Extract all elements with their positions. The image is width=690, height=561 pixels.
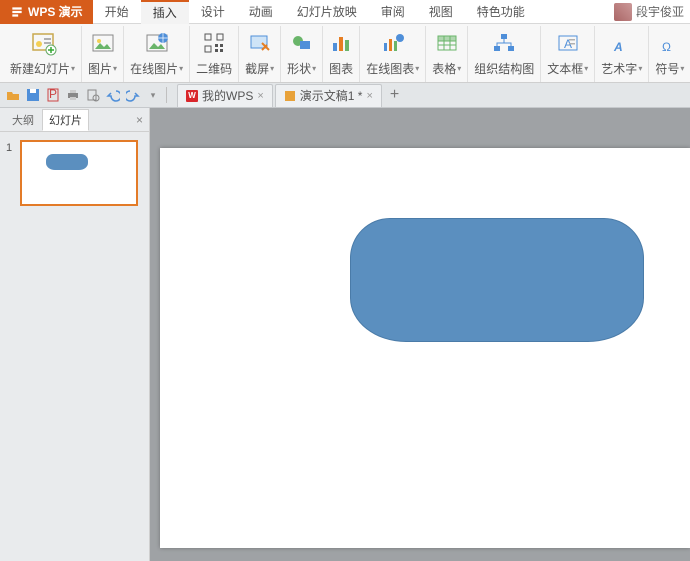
chevron-down-icon: ▾ [71, 64, 75, 73]
user-area[interactable]: 段宇俊亚 [614, 3, 690, 21]
undo-icon[interactable] [104, 86, 122, 104]
ribbon-online-chart[interactable]: 在线图表▾ [360, 26, 426, 82]
ribbon-screenshot[interactable]: 截屏▾ [239, 26, 281, 82]
svg-text:A: A [613, 40, 623, 54]
ppt-file-icon [284, 90, 296, 102]
panel-close-icon[interactable]: × [136, 113, 143, 127]
menu-tab-anim[interactable]: 动画 [237, 0, 285, 24]
separator [166, 87, 167, 103]
menu-tabs: 开始 插入 设计 动画 幻灯片放映 审阅 视图 特色功能 [93, 0, 537, 24]
online-chart-icon [381, 31, 405, 55]
chevron-down-icon: ▾ [415, 64, 419, 73]
menu-tab-start[interactable]: 开始 [93, 0, 141, 24]
export-pdf-icon[interactable]: P [44, 86, 62, 104]
thumbnail-list: 1 [0, 132, 149, 214]
online-picture-icon [145, 31, 169, 55]
orgchart-icon [492, 31, 516, 55]
menu-tab-design[interactable]: 设计 [189, 0, 237, 24]
quick-access-toolbar: P ▾ W 我的WPS × 演示文稿1 * × + [0, 83, 690, 108]
chevron-down-icon: ▾ [457, 64, 461, 73]
doc-tab-presentation[interactable]: 演示文稿1 * × [275, 84, 382, 107]
open-icon[interactable] [4, 86, 22, 104]
ribbon-new-slide[interactable]: 新建幻灯片▾ [4, 26, 82, 82]
svg-text:Ω: Ω [662, 40, 671, 54]
thumbnail-tabs: 大纲 幻灯片 × [0, 108, 149, 132]
menu-tab-review[interactable]: 审阅 [369, 0, 417, 24]
avatar [614, 3, 632, 21]
ribbon-symbol[interactable]: Ω 符号▾ [649, 26, 690, 82]
preview-shape [46, 154, 88, 170]
table-icon [435, 31, 459, 55]
canvas-area[interactable] [150, 108, 690, 561]
slide-number: 1 [6, 140, 16, 206]
menu-tab-features[interactable]: 特色功能 [465, 0, 537, 24]
chevron-down-icon: ▾ [638, 64, 642, 73]
textbox-icon: A [556, 31, 580, 55]
save-icon[interactable] [24, 86, 42, 104]
new-slide-icon [29, 30, 57, 56]
chevron-down-icon: ▾ [584, 64, 588, 73]
qrcode-icon [203, 32, 225, 54]
ribbon-qrcode[interactable]: 二维码 [190, 26, 239, 82]
thumb-tab-slides[interactable]: 幻灯片 [42, 109, 89, 131]
chevron-down-icon: ▾ [113, 64, 117, 73]
chevron-down-icon: ▾ [680, 64, 684, 73]
menu-tab-slideshow[interactable]: 幻灯片放映 [285, 0, 369, 24]
close-icon[interactable]: × [366, 90, 372, 102]
wps-badge-icon: W [186, 90, 198, 102]
print-icon[interactable] [64, 86, 82, 104]
doc-tab-mywps[interactable]: W 我的WPS × [177, 84, 273, 107]
ribbon-table[interactable]: 表格▾ [426, 26, 468, 82]
user-name: 段宇俊亚 [636, 3, 684, 20]
chevron-down-icon: ▾ [179, 64, 183, 73]
print-preview-icon[interactable] [84, 86, 102, 104]
chevron-down-icon: ▾ [312, 64, 316, 73]
slide-preview [20, 140, 138, 206]
thumb-tab-outline[interactable]: 大纲 [6, 110, 40, 130]
symbol-icon: Ω [658, 31, 682, 55]
ribbon-online-picture[interactable]: 在线图片▾ [124, 26, 190, 82]
add-tab-button[interactable]: + [384, 86, 405, 104]
qat-dropdown-icon[interactable]: ▾ [144, 86, 162, 104]
slide-canvas[interactable] [160, 148, 690, 548]
picture-icon [91, 31, 115, 55]
menu-tab-insert[interactable]: 插入 [141, 0, 189, 24]
thumbnail-panel: 大纲 幻灯片 × 1 [0, 108, 150, 561]
ribbon-textbox[interactable]: A 文本框▾ [541, 26, 595, 82]
screenshot-icon [248, 31, 272, 55]
title-bar: WPS 演示 开始 插入 设计 动画 幻灯片放映 审阅 视图 特色功能 段宇俊亚 [0, 0, 690, 24]
shapes-icon [290, 31, 314, 55]
ribbon-picture[interactable]: 图片▾ [82, 26, 124, 82]
chart-icon [329, 31, 353, 55]
workspace: 大纲 幻灯片 × 1 [0, 108, 690, 561]
app-logo-icon [10, 5, 24, 19]
ribbon-shapes[interactable]: 形状▾ [281, 26, 323, 82]
wordart-icon: A [610, 31, 634, 55]
redo-icon[interactable] [124, 86, 142, 104]
svg-text:P: P [49, 88, 57, 101]
ribbon-wordart[interactable]: A 艺术字▾ [595, 26, 649, 82]
menu-tab-view[interactable]: 视图 [417, 0, 465, 24]
slide-thumbnail[interactable]: 1 [6, 140, 143, 206]
chevron-down-icon: ▾ [270, 64, 274, 73]
ribbon-orgchart[interactable]: 组织结构图 [468, 26, 541, 82]
app-badge: WPS 演示 [0, 0, 93, 24]
close-icon[interactable]: × [257, 90, 263, 102]
ribbon-chart[interactable]: 图表 [323, 26, 360, 82]
app-name: WPS 演示 [28, 3, 83, 20]
document-tabs: W 我的WPS × 演示文稿1 * × + [177, 83, 405, 108]
rounded-rectangle-shape[interactable] [350, 218, 644, 342]
ribbon: 新建幻灯片▾ 图片▾ 在线图片▾ 二维码 截屏▾ 形状▾ 图表 在线图表▾ 表格… [0, 24, 690, 83]
